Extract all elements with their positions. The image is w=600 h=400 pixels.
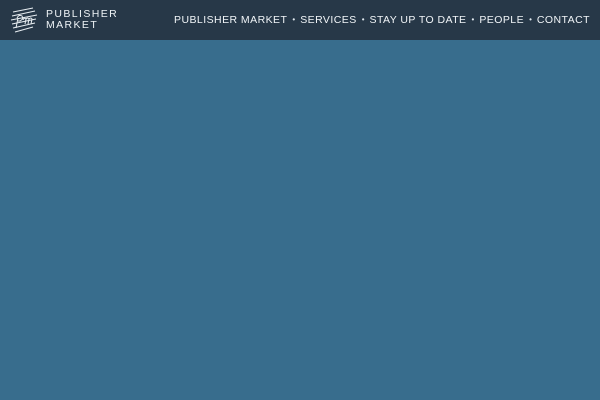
nav-separator: • — [471, 15, 475, 24]
nav-separator: • — [361, 15, 365, 24]
logo-wordmark: PUBLISHER MARKET — [46, 9, 118, 31]
nav-item-services[interactable]: SERVICES — [300, 13, 357, 27]
nav-separator: • — [292, 15, 296, 24]
nav-item-people[interactable]: PEOPLE — [479, 13, 524, 27]
pm-monogram-icon — [10, 7, 38, 33]
site-header: PUBLISHER MARKET PUBLISHER MARKET • SERV… — [0, 0, 600, 40]
nav-item-stay-up-to-date[interactable]: STAY UP TO DATE — [370, 13, 467, 27]
nav-separator: • — [529, 15, 532, 24]
main-content-area — [0, 40, 600, 400]
main-nav: PUBLISHER MARKET • SERVICES • STAY UP TO… — [174, 13, 590, 27]
site-logo[interactable]: PUBLISHER MARKET — [9, 6, 118, 34]
page: PUBLISHER MARKET PUBLISHER MARKET • SERV… — [0, 0, 600, 400]
nav-item-publisher-market[interactable]: PUBLISHER MARKET — [174, 13, 287, 27]
nav-item-contact[interactable]: CONTACT — [537, 13, 590, 27]
logo-line-2: MARKET — [46, 19, 99, 31]
